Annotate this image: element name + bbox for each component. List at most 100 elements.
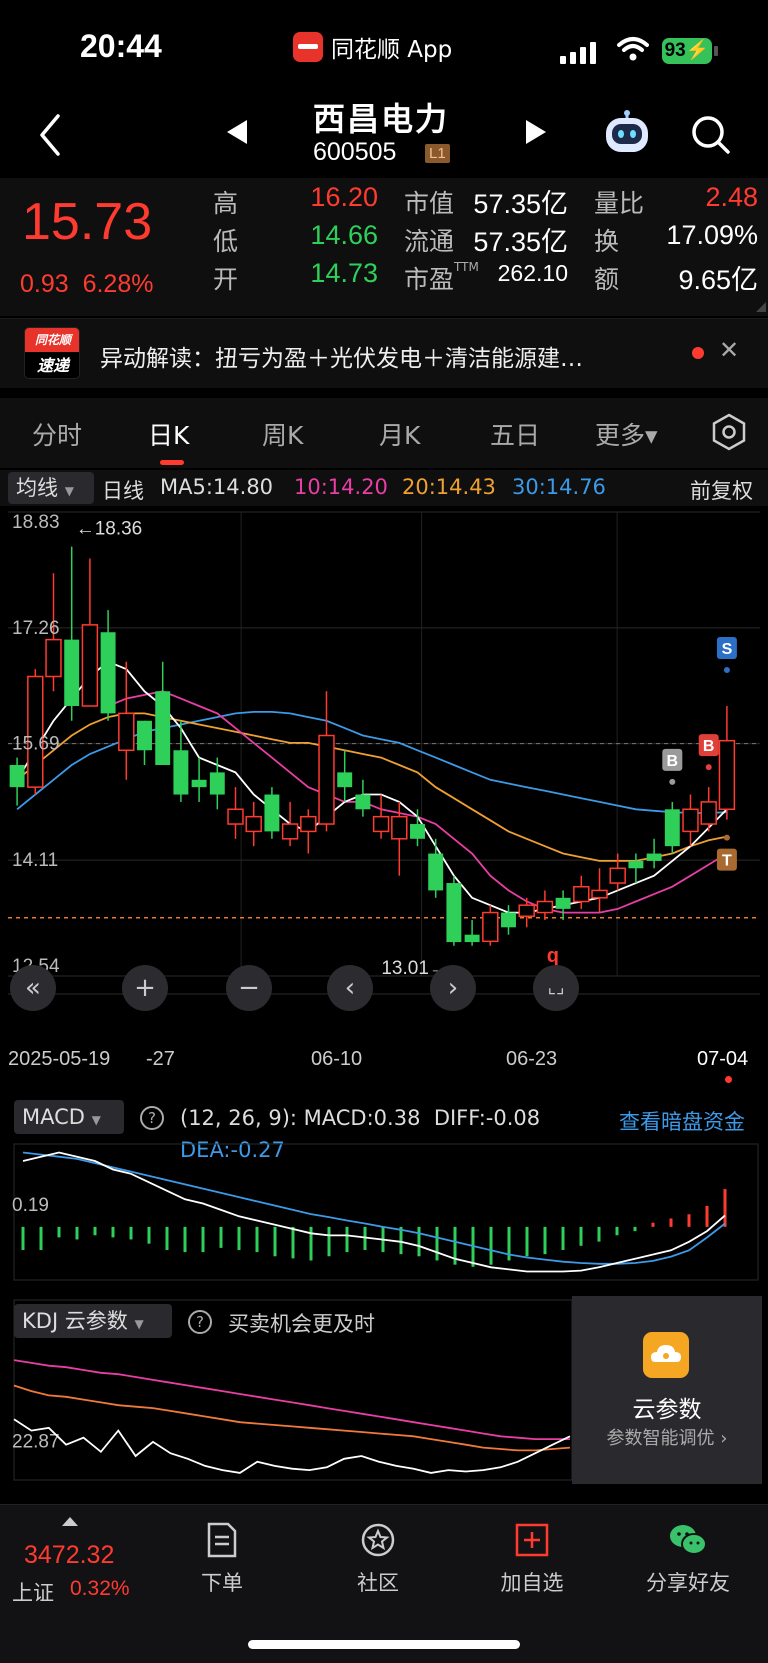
order-button[interactable]: 下单	[162, 1521, 282, 1597]
macd-bar	[93, 1226, 97, 1236]
candle-body	[45, 638, 62, 678]
order-document-icon	[207, 1522, 237, 1558]
signal-label: S	[722, 641, 733, 658]
ma30-value: 30:14.76	[512, 475, 606, 499]
wechat-icon	[670, 1525, 707, 1555]
candle-body	[372, 815, 390, 833]
tab-monthly-k[interactable]: 月K	[379, 416, 420, 452]
date-label-0: 2025-05-19	[8, 1048, 111, 1070]
search-icon[interactable]	[690, 114, 732, 156]
community-star-icon	[361, 1523, 395, 1557]
indicator-select-macd[interactable]: MACD ▼	[14, 1100, 124, 1134]
date-label-1: -27	[146, 1048, 175, 1070]
close-icon[interactable]: ✕	[719, 336, 739, 364]
candle-body	[264, 794, 280, 832]
candle-body	[118, 712, 135, 752]
change-percent: 6.28%	[82, 270, 154, 298]
adjust-mode[interactable]: 前复权	[690, 475, 753, 505]
tab-more[interactable]: 更多▾	[595, 416, 658, 452]
cloud-param-subtitle: 参数智能调优 ›	[606, 1428, 728, 1449]
low-value: 14.66	[310, 220, 378, 250]
expand-corner-icon[interactable]	[756, 302, 766, 312]
ma-type-select[interactable]: 均线 ▼	[8, 472, 94, 504]
tab-weekly-k[interactable]: 周K	[262, 416, 303, 452]
quote-panel: 15.73 0.93 6.28% 高 低 开 16.20 14.66 14.73…	[0, 178, 768, 316]
news-unread-dot	[692, 347, 704, 359]
candle-body	[628, 860, 644, 869]
tab-five-day[interactable]: 五日	[490, 416, 540, 452]
candle-body	[682, 808, 699, 833]
candle	[446, 875, 462, 946]
macd-chart[interactable]: 0.19	[0, 1140, 768, 1284]
dark-pool-link[interactable]: 查看暗盘资金	[619, 1106, 745, 1136]
expand-up-icon[interactable]	[62, 1517, 78, 1526]
app-logo-icon	[293, 32, 323, 62]
macd-params: (12, 26, 9):	[180, 1106, 297, 1130]
price-change: 0.93 6.28%	[20, 270, 153, 299]
signal-label: B	[703, 738, 715, 755]
macd-bar	[183, 1226, 187, 1253]
signal-dot	[705, 764, 712, 771]
home-indicator	[248, 1640, 520, 1649]
macd-bar	[579, 1226, 583, 1246]
macd-bar	[651, 1222, 655, 1227]
ma5-value: MA5:14.80	[160, 475, 274, 499]
candle-body	[191, 779, 207, 788]
app-indicator[interactable]: 同花顺 App	[293, 30, 452, 64]
fullscreen-icon[interactable]: ⌞⌟	[533, 965, 579, 1011]
kdj-j-line	[13, 1418, 571, 1474]
today-dot	[725, 1076, 732, 1083]
macd-select-label: MACD	[22, 1105, 85, 1129]
scroll-right-button[interactable]: ›	[430, 965, 476, 1011]
candle-body	[518, 904, 535, 917]
next-stock-icon[interactable]	[524, 118, 548, 146]
add-watchlist-button[interactable]: 加自选	[472, 1521, 592, 1597]
dea_line	[22, 1151, 726, 1265]
help-icon[interactable]: ?	[140, 1106, 164, 1130]
zoom-in-button[interactable]: +	[122, 965, 168, 1011]
cellular-signal-icon	[560, 42, 596, 64]
ai-assistant-icon[interactable]	[603, 110, 651, 154]
macd-bar	[273, 1226, 277, 1257]
zoom-out-button[interactable]: −	[226, 965, 272, 1011]
tab-daily-k[interactable]: 日K	[148, 416, 189, 452]
settings-hexagon-icon[interactable]	[709, 412, 749, 452]
kdj-k-line	[13, 1384, 571, 1452]
prev-stock-icon[interactable]	[225, 118, 249, 146]
back-icon[interactable]	[30, 110, 70, 160]
date-label-3: 06-23	[506, 1048, 558, 1070]
order-label: 下单	[201, 1571, 243, 1595]
macd-bar	[309, 1226, 313, 1261]
scroll-left-button[interactable]: ‹	[327, 965, 373, 1011]
add-watchlist-label: 加自选	[500, 1571, 564, 1595]
rewind-icon[interactable]: «	[10, 965, 56, 1011]
macd-tick-label: 0.19	[12, 1195, 49, 1216]
level-badge: L1	[425, 144, 450, 163]
candle-body	[245, 815, 262, 833]
macd-bar	[633, 1226, 637, 1232]
macd-bar	[399, 1226, 403, 1255]
candle-body	[646, 853, 662, 861]
macd-bar	[597, 1226, 601, 1242]
kdj-chart[interactable]: 22.87	[0, 1296, 572, 1484]
macd-series: 0.19	[12, 1143, 759, 1281]
community-button[interactable]: 社区	[318, 1521, 438, 1597]
chevron-down-icon: ▼	[64, 484, 74, 498]
cloud-param-panel[interactable]: 云参数 参数智能调优 ›	[572, 1296, 762, 1484]
macd-bar	[39, 1226, 43, 1250]
stock-nav-bar: 西昌电力 600505 L1	[0, 92, 768, 178]
candle-body	[100, 632, 116, 714]
index-percent: 0.32%	[70, 1577, 130, 1600]
news-banner[interactable]: 同花顺 速递 异动解读：扭亏为盈＋光伏发电＋清洁能源建…	[0, 318, 768, 388]
cloud-param-icon	[643, 1332, 689, 1378]
index-value[interactable]: 3472.32	[24, 1541, 114, 1570]
ma-select-label: 均线	[16, 476, 58, 500]
news-text[interactable]: 异动解读：扭亏为盈＋光伏发电＋清洁能源建…	[100, 339, 583, 373]
share-button[interactable]: 分享好友	[628, 1521, 748, 1597]
mcap-value: 57.35亿	[473, 189, 568, 219]
float-label: 流通	[404, 227, 455, 256]
candle-body	[573, 885, 590, 903]
tab-intraday[interactable]: 分时	[32, 416, 82, 452]
macd-bar	[327, 1226, 331, 1257]
period-tabs: 分时 日K 周K 月K 五日 更多▾	[0, 398, 768, 468]
